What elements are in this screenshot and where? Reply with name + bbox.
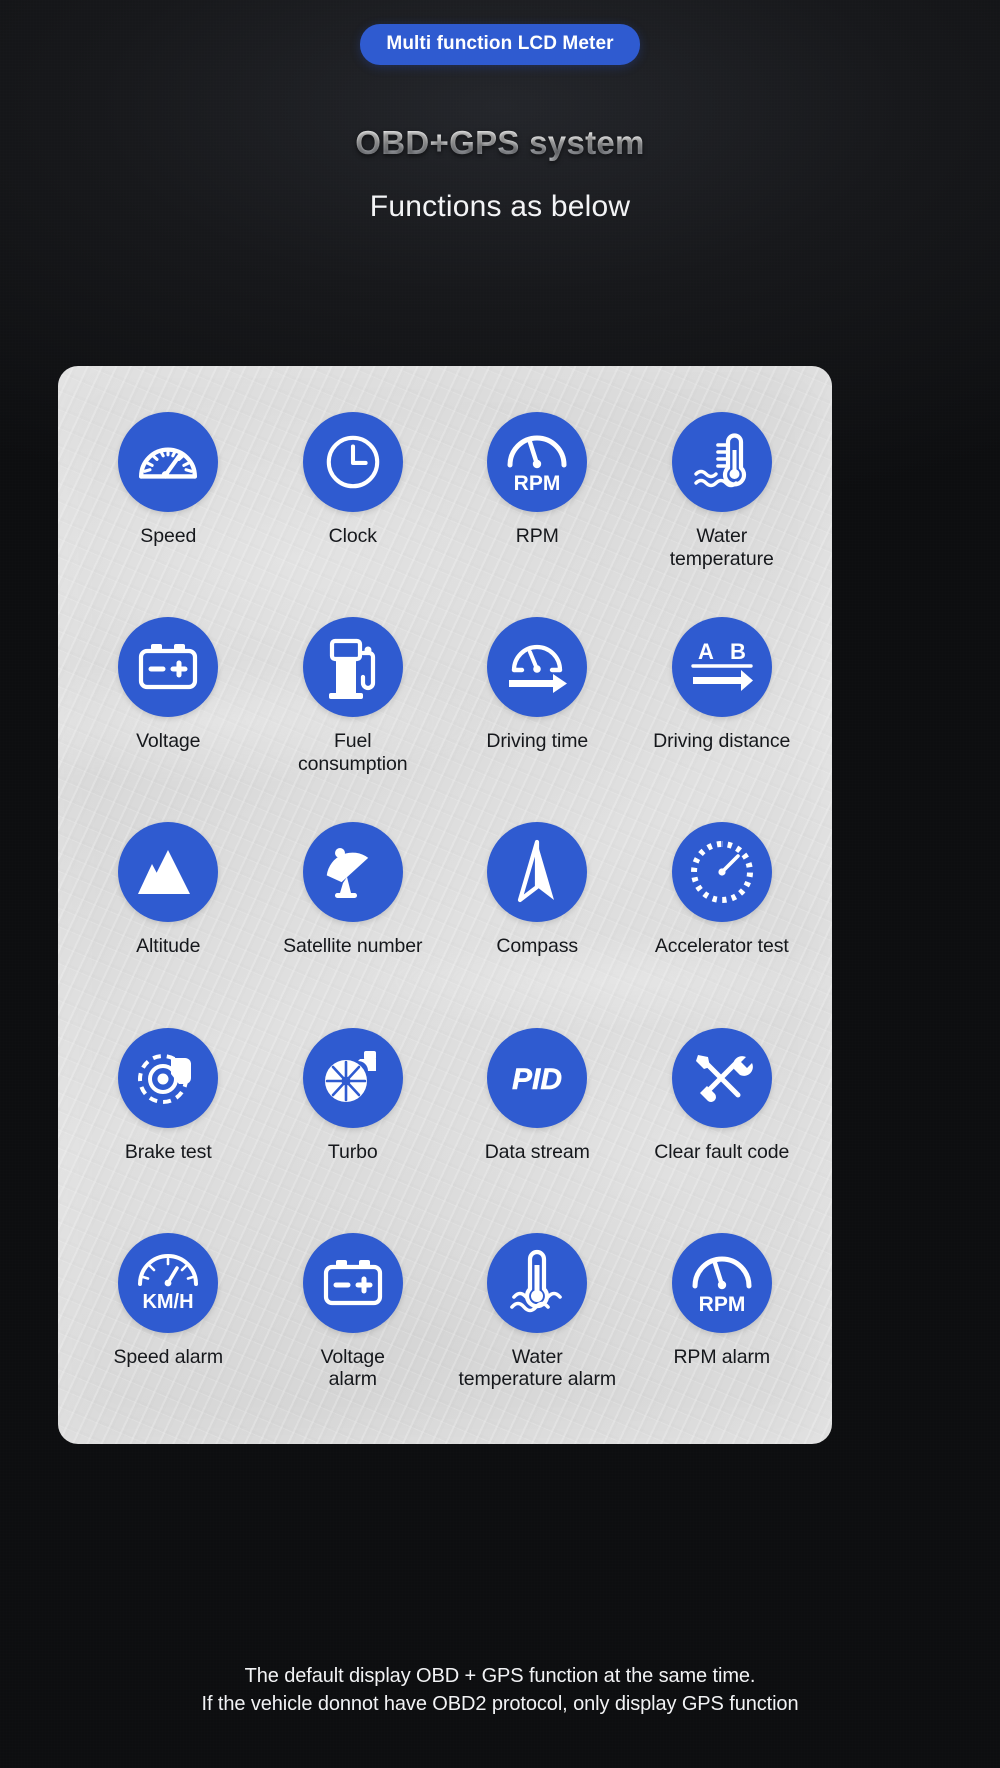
satellite-dish-icon: [302, 822, 403, 923]
driving-time-icon: [487, 617, 588, 718]
feature-item: A B Driving distance: [630, 599, 815, 804]
feature-item: Altitude: [76, 804, 261, 1009]
kmh-gauge-icon: KM/H: [118, 1232, 219, 1333]
feature-label: RPM: [515, 525, 559, 547]
feature-item: Clock: [261, 394, 446, 599]
feature-label: Data stream: [484, 1140, 590, 1163]
feature-item: Water temperature alarm: [445, 1215, 630, 1420]
feature-label: Satellite number: [283, 935, 423, 958]
feature-label: Water temperature: [669, 525, 774, 570]
page-subtitle: Functions as below: [369, 190, 631, 223]
footer-note: The default display OBD + GPS function a…: [0, 1662, 1000, 1719]
feature-label: Speed alarm: [113, 1345, 224, 1368]
a-b-distance-icon: A B: [671, 617, 772, 718]
feature-item: RPM RPM: [445, 394, 630, 599]
feature-label: Driving time: [486, 730, 589, 753]
feature-label: Speed: [140, 525, 197, 547]
feature-item: Voltage: [76, 599, 261, 804]
battery-alarm-icon: [302, 1232, 403, 1333]
feature-label: Compass: [496, 935, 579, 958]
fuel-pump-icon: [302, 617, 403, 718]
feature-item: Speed: [76, 394, 261, 599]
feature-item: Brake test: [76, 1010, 261, 1215]
feature-item: Compass: [445, 804, 630, 1009]
features-card: Speed Clock RPM RPM Water temperature Volt…: [58, 366, 832, 1444]
feature-label: Voltage alarm: [320, 1345, 385, 1391]
feature-label: Turbo: [327, 1140, 378, 1163]
feature-item: Accelerator test: [630, 804, 815, 1009]
footer-line-2: If the vehicle donnot have OBD2 protocol…: [201, 1693, 799, 1716]
compass-needle-icon: [487, 822, 588, 923]
footer-line-1: The default display OBD + GPS function a…: [244, 1665, 756, 1687]
mountains-icon: [118, 822, 219, 923]
feature-label: Brake test: [124, 1140, 212, 1163]
product-badge: Multi function LCD Meter: [360, 24, 640, 65]
turbo-icon: [302, 1027, 403, 1128]
feature-label: Water temperature alarm: [458, 1345, 617, 1391]
page-title: OBD+GPS system: [0, 124, 1000, 162]
clock-icon: [302, 412, 403, 512]
brake-disc-icon: [118, 1027, 219, 1128]
feature-item: PID Data stream: [445, 1010, 630, 1215]
feature-item: Voltage alarm: [261, 1215, 446, 1420]
feature-item: KM/H Speed alarm: [76, 1215, 261, 1420]
feature-label: Voltage: [136, 730, 201, 753]
pid-icon: PID: [487, 1027, 588, 1128]
feature-label: Altitude: [136, 935, 201, 958]
feature-label: RPM alarm: [673, 1345, 771, 1368]
svg-text:RPM: RPM: [514, 472, 561, 495]
battery-icon: [118, 617, 219, 718]
feature-label: Fuel consumption: [298, 730, 408, 775]
svg-text:KM/H: KM/H: [143, 1291, 194, 1313]
speedometer-icon: [118, 412, 219, 512]
rpm-gauge-icon: RPM: [487, 412, 588, 512]
feature-item: Driving time: [445, 599, 630, 804]
feature-item: RPM RPM alarm: [630, 1215, 815, 1420]
feature-item: Water temperature: [630, 394, 815, 599]
feature-label: Driving distance: [653, 730, 791, 753]
svg-text:RPM: RPM: [698, 1293, 745, 1316]
svg-text:PID: PID: [512, 1063, 562, 1096]
rpm-alarm-gauge-icon: RPM: [671, 1232, 772, 1333]
feature-item: Fuel consumption: [261, 599, 446, 804]
feature-item: Clear fault code: [630, 1010, 815, 1215]
features-grid: Speed Clock RPM RPM Water temperature Volt…: [58, 366, 832, 1444]
feature-item: Turbo: [261, 1010, 446, 1215]
feature-item: Satellite number: [261, 804, 446, 1009]
svg-text:A: A: [698, 639, 714, 664]
feature-label: Clock: [328, 525, 377, 547]
feature-label: Accelerator test: [654, 935, 789, 958]
badge-container: Multi function LCD Meter: [0, 24, 1000, 65]
thermometer-water-icon: [487, 1232, 588, 1333]
svg-text:B: B: [730, 639, 746, 664]
accelerator-gauge-icon: [671, 822, 772, 923]
feature-label: Clear fault code: [654, 1140, 790, 1163]
water-temperature-icon: [671, 412, 772, 512]
wrench-screwdriver-icon: [671, 1027, 772, 1128]
